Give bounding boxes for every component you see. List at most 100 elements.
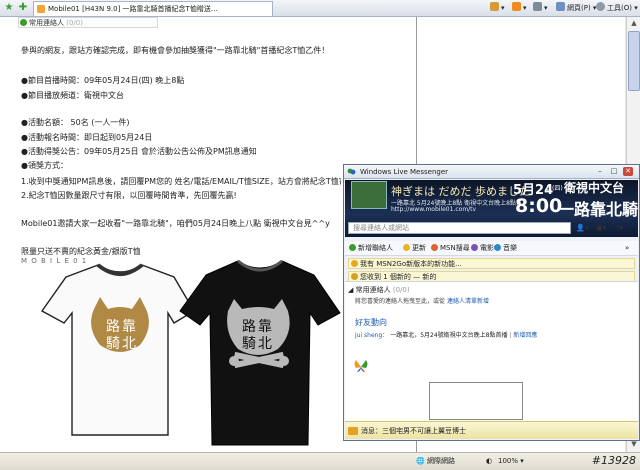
whats-new-title[interactable]: 好友動向	[355, 317, 387, 328]
feeds-button[interactable]: ▾	[512, 2, 527, 14]
article-claim-step-1: 1.收到中獎通知PM訊息後，請回覆PM您的 姓名/電話/EMAIL/T恤SIZE…	[21, 177, 341, 186]
footer-text: 消息：三個宅男不可讓上翼豆博士	[361, 427, 466, 435]
gold-logo-char-3: 騎	[106, 336, 120, 352]
silver-logo: 路 靠 騎 北	[227, 299, 290, 369]
notice-text: 您收到 1 個新的 — 新的	[360, 273, 437, 281]
home-button[interactable]: ▾	[490, 2, 505, 14]
snippet-count: (0/0)	[66, 19, 83, 27]
gold-logo-char-4: 北	[122, 336, 136, 352]
tools-menu-label: 工具(O)	[607, 4, 632, 12]
article-signup-period: ●活動報名時間：即日起到05月24日	[21, 133, 153, 142]
notice-bar-update[interactable]: 我有 MSN2Go新版本的新功能...	[348, 258, 635, 269]
messenger-titlebar[interactable]: Windows Live Messenger – □ ✕	[344, 165, 639, 179]
protected-mode-icon: ◐	[486, 457, 493, 465]
article-quota: ●活動名額： 50名 (一人一件)	[21, 118, 130, 127]
news-author[interactable]: jui sheng：	[355, 332, 388, 339]
mail-icon	[351, 273, 358, 280]
collapse-icon[interactable]: ◢	[348, 286, 353, 294]
article-claim-heading: ●領獎方式：	[21, 161, 68, 170]
contact-list: ◢ 常用連絡人 (0/0) 將您喜愛的連絡人拖曳至此，或從 連絡人清單新增 好友…	[345, 281, 638, 425]
favorites-snippet: 常用連絡人 (0/0)	[18, 17, 158, 28]
zoom-control[interactable]: 100% ▾	[498, 453, 524, 469]
zone-indicator: 🌐 網際網路	[416, 457, 455, 465]
toolbar-label: 新增聯絡人	[358, 244, 393, 252]
maximize-button[interactable]: □	[609, 167, 619, 176]
zone-label: 網際網路	[426, 457, 455, 465]
minimize-button[interactable]: –	[595, 167, 605, 176]
print-icon	[533, 2, 542, 11]
add-contact-icon[interactable]: 👤▾	[576, 224, 588, 232]
silver-logo-char-2: 靠	[258, 319, 272, 335]
toolbar-music[interactable]: 音樂	[494, 241, 517, 255]
silver-logo-char-1: 路	[242, 319, 256, 335]
star-icon[interactable]: ★	[3, 2, 15, 14]
tools-menu[interactable]: 工具(O) ▾	[596, 2, 638, 14]
movie-icon	[471, 244, 478, 251]
music-icon	[494, 244, 501, 251]
toolbar-more-icon[interactable]: »	[625, 241, 629, 255]
close-button[interactable]: ✕	[623, 167, 633, 176]
scroll-up-icon[interactable]: ▲	[629, 19, 639, 29]
contact-hint-link[interactable]: 連絡人清單新增	[447, 298, 489, 305]
ad-box[interactable]	[429, 382, 523, 420]
zoom-label: 100%	[498, 457, 519, 465]
page-menu-label: 網頁(P)	[567, 4, 591, 12]
change-display-icon[interactable]: ▣▾	[596, 224, 606, 232]
banner-time: 8:00	[515, 195, 563, 217]
contact-search-placeholder: 搜尋連絡人或網站	[353, 224, 409, 232]
notice-text: 我有 MSN2Go新版本的新功能...	[360, 260, 462, 268]
print-button[interactable]: ▾	[533, 2, 548, 14]
contact-hint-text: 將您喜愛的連絡人拖曳至此，或從	[355, 298, 446, 305]
scrollbar-thumb[interactable]	[628, 31, 640, 91]
silver-logo-char-4: 北	[258, 336, 272, 352]
contact-search-input[interactable]: 搜尋連絡人或網站	[348, 222, 571, 234]
contact-group-favorites[interactable]: ◢ 常用連絡人 (0/0)	[348, 285, 410, 295]
toolbar-label: MSN搜尋	[440, 244, 470, 252]
article-invite: Mobile01邀請大家一起收看"一路靠北騎"，咱們05月24日晚上八點 衛視中…	[21, 219, 330, 228]
messenger-window[interactable]: Windows Live Messenger – □ ✕ 神ぎまは だめだ 歩め…	[343, 164, 640, 441]
whats-new-item: jui sheng： 一路靠北，5月24號衛視中文台晚上8點首播 | 新增回應	[355, 332, 538, 339]
banner-show-name: 一路靠北騎	[558, 200, 638, 219]
page-favicon-icon	[37, 5, 45, 13]
toolbar-update[interactable]: 更新	[403, 241, 426, 255]
messenger-footer-ticker[interactable]: 消息：三個宅男不可讓上翼豆博士	[345, 421, 638, 439]
watermark: #13928	[591, 454, 636, 467]
silver-logo-char-3: 騎	[242, 336, 256, 352]
msn-butterfly-icon	[354, 360, 368, 372]
help-icon[interactable]: ?▾	[616, 224, 623, 232]
banner-jp-text: 神ぎまは だめだ 歩めました	[391, 185, 530, 198]
page-icon	[556, 2, 565, 11]
news-reply-link[interactable]: 新增回應	[513, 332, 537, 339]
messenger-title: Windows Live Messenger	[360, 168, 449, 176]
info-icon	[351, 260, 358, 267]
news-ticker-icon	[348, 427, 358, 435]
gear-icon	[596, 2, 605, 11]
user-avatar[interactable]	[351, 181, 387, 209]
update-icon	[403, 244, 410, 251]
scroll-down-icon[interactable]: ▼	[629, 440, 639, 450]
browser-status-bar: 🌐 網際網路 ◐ 100% ▾	[0, 452, 640, 470]
tab-title: Mobile01 [H43N 9.0] 一路靠北騎首播紀念T恤贈送…	[48, 5, 218, 13]
article-winner-announce: ●活動得獎公告：09年05月25日 會於活動公告公佈及PM訊息通知	[21, 147, 257, 156]
page-menu[interactable]: 網頁(P) ▾	[556, 2, 596, 14]
rss-icon	[512, 2, 521, 11]
toolbar-label: 更新	[412, 244, 426, 252]
toolbar-movies[interactable]: 電影	[471, 241, 494, 255]
add-favorite-icon[interactable]: ✚	[17, 2, 29, 14]
toolbar-label: 音樂	[503, 244, 517, 252]
home-icon	[490, 2, 499, 11]
article-claim-step-2: 2.紀念T恤因數量跟尺寸有限，以回覆時間肯準，先回覆先贏!	[21, 191, 237, 200]
add-contact-toolbar-icon	[349, 244, 356, 251]
browser-tab[interactable]: Mobile01 [H43N 9.0] 一路靠北騎首播紀念T恤贈送…	[33, 1, 273, 16]
banner-url[interactable]: http://www.mobile01.com/tv	[391, 206, 476, 213]
toolbar-add-contact[interactable]: 新增聯絡人	[349, 241, 393, 255]
gold-logo-char-1: 路	[106, 319, 120, 335]
contact-hint: 將您喜愛的連絡人拖曳至此，或從 連絡人清單新增	[355, 296, 489, 305]
toolbar-label: 電影	[480, 244, 494, 252]
contact-group-icon	[20, 19, 27, 26]
messenger-toolbar: 新增聯絡人 更新 MSN搜尋 電影 音樂 »	[345, 241, 638, 256]
browser-tab-bar: ★ ✚ Mobile01 [H43N 9.0] 一路靠北騎首播紀念T恤贈送… ▾…	[0, 0, 640, 17]
toolbar-msn-search[interactable]: MSN搜尋	[431, 241, 470, 255]
article-intro: 參與的網友，跟站方確認完成，即有機會參加抽獎獲得"一路靠北騎"首播紀念T恤乙件！	[21, 46, 330, 55]
tshirts-illustration: 路 靠 騎 北 路 靠 騎 北	[40, 259, 341, 446]
